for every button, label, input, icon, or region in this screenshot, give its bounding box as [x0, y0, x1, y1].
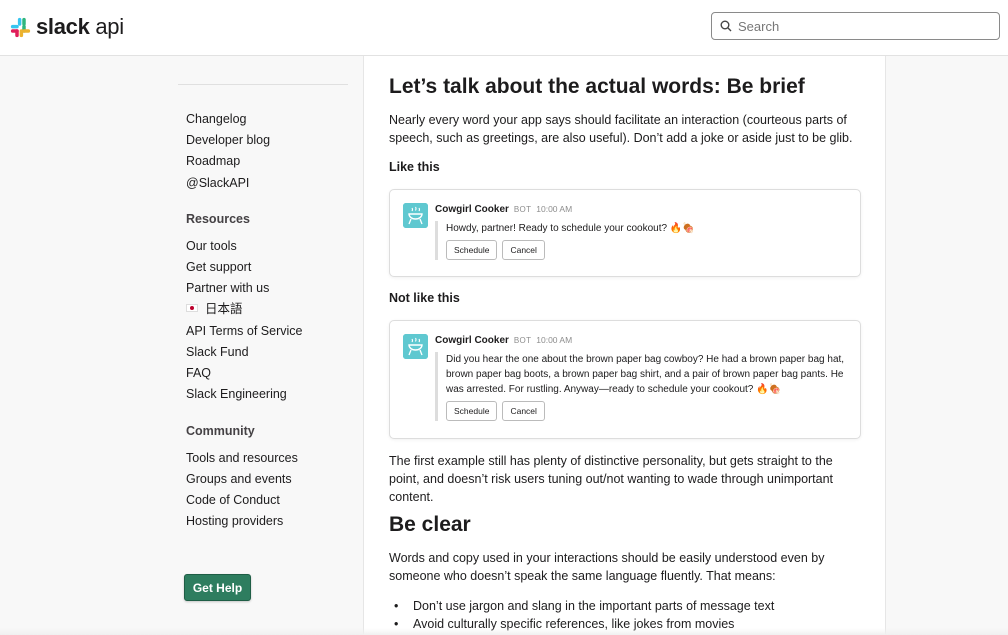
not-like-this-label: Not like this	[389, 291, 460, 305]
message-attachment: Did you hear the one about the brown pap…	[435, 352, 847, 421]
message-attachment: Howdy, partner! Ready to schedule your c…	[435, 221, 845, 260]
sidebar-link-japanese[interactable]: 日本語	[186, 301, 243, 317]
message-time: 10:00 AM	[536, 204, 573, 214]
example-card-bad: Cowgirl Cooker BOT 10:00 AM Did you hear t…	[389, 320, 861, 439]
sidebar-link-slack-fund[interactable]: Slack Fund	[186, 344, 249, 360]
example-card-good: Cowgirl Cooker BOT 10:00 AM Howdy, partner…	[389, 189, 861, 277]
cancel-button[interactable]: Cancel	[502, 401, 545, 421]
message-header: Cowgirl Cooker BOT 10:00 AM	[435, 204, 572, 215]
sidebar-link-developer-blog[interactable]: Developer blog	[186, 132, 270, 148]
bot-badge: BOT	[513, 205, 532, 214]
bottom-fade	[0, 628, 1008, 635]
sidebar-link-api-terms[interactable]: API Terms of Service	[186, 323, 302, 339]
message-text: Howdy, partner! Ready to schedule your c…	[446, 223, 695, 234]
main-content: Let’s talk about the actual words: Be br…	[363, 56, 886, 635]
bot-name: Cowgirl Cooker	[435, 335, 509, 346]
bot-name: Cowgirl Cooker	[435, 204, 509, 215]
sidebar-link-slackapi[interactable]: @SlackAPI	[186, 175, 249, 191]
get-help-button[interactable]: Get Help	[184, 574, 251, 601]
search-icon	[720, 20, 732, 32]
sidebar-link-faq[interactable]: FAQ	[186, 365, 211, 381]
message-header: Cowgirl Cooker BOT 10:00 AM	[435, 335, 572, 346]
list-item: Don’t use jargon and slang in the import…	[389, 597, 864, 615]
sidebar-link-roadmap[interactable]: Roadmap	[186, 153, 240, 169]
bot-badge: BOT	[513, 336, 532, 345]
sidebar-link-our-tools[interactable]: Our tools	[186, 238, 237, 254]
like-this-label: Like this	[389, 160, 440, 174]
slack-logo-icon	[10, 17, 31, 37]
sidebar-link-hosting-providers[interactable]: Hosting providers	[186, 513, 283, 529]
sidebar-link-tools-resources[interactable]: Tools and resources	[186, 450, 298, 466]
paragraph-be-clear: Words and copy used in your interactions…	[389, 551, 825, 583]
cancel-button[interactable]: Cancel	[502, 240, 545, 260]
sidebar-link-groups-events[interactable]: Groups and events	[186, 471, 292, 487]
schedule-button[interactable]: Schedule	[446, 240, 498, 260]
sidebar-heading-community: Community	[186, 424, 255, 438]
paragraph-comparison: The first example still has plenty of di…	[389, 454, 834, 504]
message-text: Did you hear the one about the brown pap…	[446, 354, 845, 395]
cooker-avatar-icon	[403, 203, 428, 228]
cooker-avatar-icon	[403, 334, 428, 359]
search-box[interactable]	[711, 12, 1000, 40]
sidebar-link-slack-engineering[interactable]: Slack Engineering	[186, 386, 287, 402]
japanese-label: 日本語	[205, 302, 243, 316]
top-header: slack api	[0, 0, 1008, 56]
heading-be-brief: Let’s talk about the actual words: Be br…	[389, 75, 805, 98]
paragraph-be-brief: Nearly every word your app says should f…	[389, 113, 853, 145]
sidebar-link-partner[interactable]: Partner with us	[186, 280, 269, 296]
slack-api-logo[interactable]: slack api	[10, 14, 124, 40]
sidebar-link-get-support[interactable]: Get support	[186, 259, 251, 275]
message-time: 10:00 AM	[536, 335, 573, 345]
sidebar-divider	[178, 84, 348, 85]
logo-text: slack api	[36, 14, 124, 39]
schedule-button[interactable]: Schedule	[446, 401, 498, 421]
sidebar-heading-resources: Resources	[186, 212, 250, 226]
search-input[interactable]	[738, 18, 978, 34]
heading-be-clear: Be clear	[389, 513, 471, 536]
sidebar-link-code-of-conduct[interactable]: Code of Conduct	[186, 492, 280, 508]
sidebar-link-changelog[interactable]: Changelog	[186, 111, 246, 127]
japan-flag-icon	[186, 304, 198, 312]
